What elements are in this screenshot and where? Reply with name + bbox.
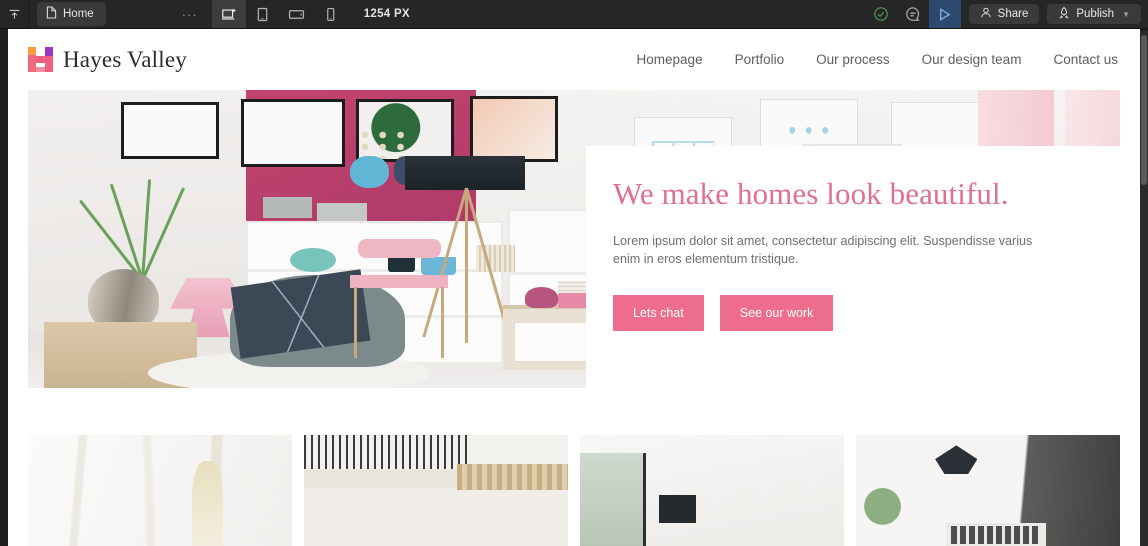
comment-icon[interactable]: [897, 0, 929, 28]
hero-button-group: Lets chat See our work: [613, 295, 1120, 331]
viewport-mobile-button[interactable]: [314, 0, 348, 28]
tab-home[interactable]: Home: [37, 2, 106, 26]
viewport-switcher: 1254 PX: [211, 0, 422, 28]
editor-toolbar: Home ··· 1254 PX Share Publish ▼: [0, 0, 1148, 29]
site-header: Hayes Valley Homepage Portfolio Our proc…: [8, 29, 1140, 90]
brand[interactable]: Hayes Valley: [28, 47, 187, 73]
design-canvas[interactable]: Hayes Valley Homepage Portfolio Our proc…: [8, 29, 1140, 546]
viewport-tablet-landscape-button[interactable]: [280, 0, 314, 28]
see-our-work-button[interactable]: See our work: [719, 295, 834, 331]
lets-chat-button[interactable]: Lets chat: [613, 295, 704, 331]
preview-play-icon[interactable]: [928, 0, 961, 28]
rocket-icon: [1058, 6, 1070, 22]
canvas-scrollbar[interactable]: [1140, 31, 1148, 546]
hero-title: We make homes look beautiful.: [613, 176, 1009, 211]
gallery-section: [28, 435, 1120, 546]
gallery-item-3[interactable]: [580, 435, 844, 546]
toolbar-right-group: Share Publish ▼: [865, 0, 1148, 28]
check-circle-icon[interactable]: [865, 0, 897, 28]
page-icon: [46, 6, 57, 22]
tab-home-label: Home: [63, 8, 94, 20]
publish-label: Publish: [1076, 8, 1115, 20]
nav-item-contact-us[interactable]: Contact us: [1053, 52, 1118, 67]
person-icon: [980, 6, 992, 22]
brand-name: Hayes Valley: [63, 46, 187, 72]
nav-item-our-design-team[interactable]: Our design team: [922, 52, 1022, 67]
gallery-item-1[interactable]: [28, 435, 292, 546]
share-button[interactable]: Share: [968, 4, 1040, 24]
tab-more-button[interactable]: ···: [168, 0, 212, 28]
chevron-down-icon[interactable]: ▼: [1122, 10, 1130, 19]
hero-section[interactable]: We make homes look beautiful. Lorem ipsu…: [28, 90, 1120, 388]
gallery-item-2[interactable]: [304, 435, 568, 546]
share-label: Share: [997, 8, 1029, 20]
gallery-item-4[interactable]: [856, 435, 1120, 546]
hero-body-text: Lorem ipsum dolor sit amet, consectetur …: [613, 234, 1033, 266]
nav-item-portfolio[interactable]: Portfolio: [735, 52, 785, 67]
scrollbar-thumb[interactable]: [1141, 35, 1147, 185]
viewport-size-label[interactable]: 1254 PX: [348, 0, 422, 28]
panel-toggle-icon[interactable]: [0, 0, 29, 28]
publish-button[interactable]: Publish ▼: [1047, 4, 1141, 24]
hayes-valley-h-logo-icon: [28, 47, 53, 72]
viewport-desktop-button[interactable]: [211, 0, 246, 28]
toolbar-left-group: Home ···: [0, 0, 212, 28]
tab-strip: Home: [29, 0, 106, 28]
viewport-tablet-button[interactable]: [246, 0, 280, 28]
site-navigation: Homepage Portfolio Our process Our desig…: [637, 52, 1118, 67]
nav-item-our-process[interactable]: Our process: [816, 52, 890, 67]
hero-text-card: We make homes look beautiful. Lorem ipsu…: [586, 146, 1120, 388]
nav-item-homepage[interactable]: Homepage: [637, 52, 703, 67]
